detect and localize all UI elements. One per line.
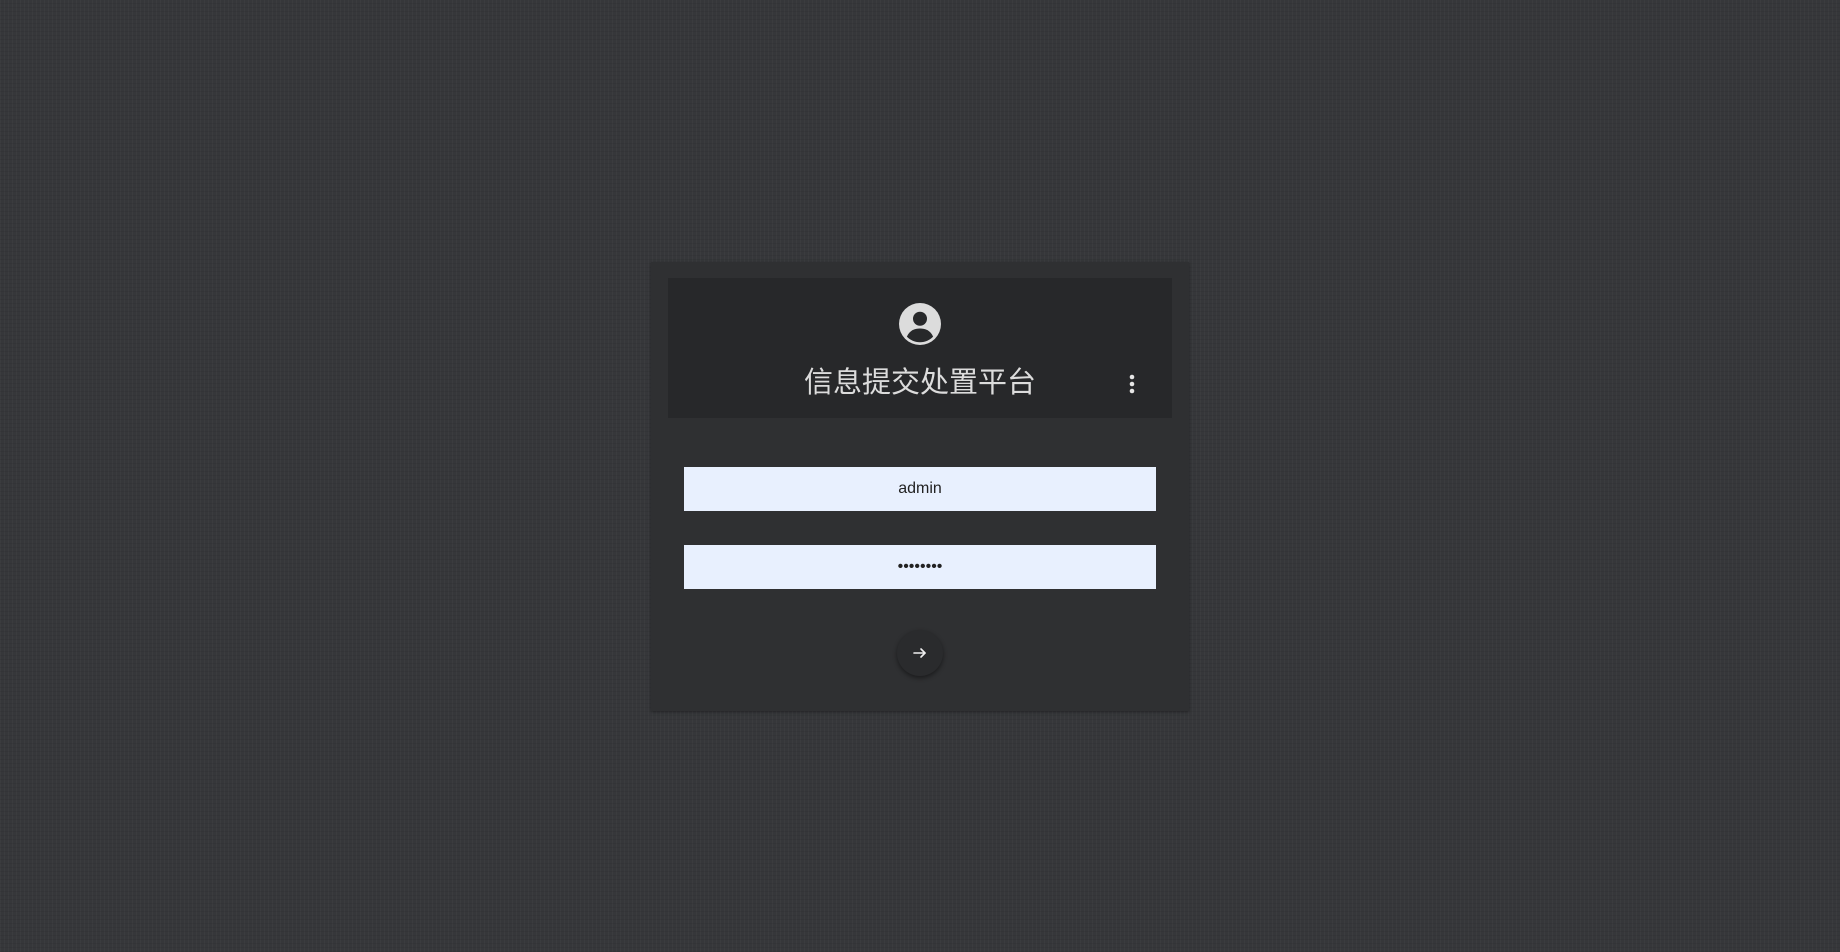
password-input[interactable] [684, 545, 1156, 589]
more-options-button[interactable] [1124, 372, 1140, 396]
more-vertical-icon [1129, 374, 1135, 394]
account-circle-icon [899, 303, 941, 345]
login-header: 信息提交处置平台 [668, 278, 1172, 418]
login-card: 信息提交处置平台 [651, 262, 1189, 711]
username-input[interactable] [684, 467, 1156, 511]
page-title: 信息提交处置平台 [803, 365, 1036, 399]
login-submit-button[interactable] [897, 630, 943, 676]
arrow-right-icon [913, 648, 926, 658]
